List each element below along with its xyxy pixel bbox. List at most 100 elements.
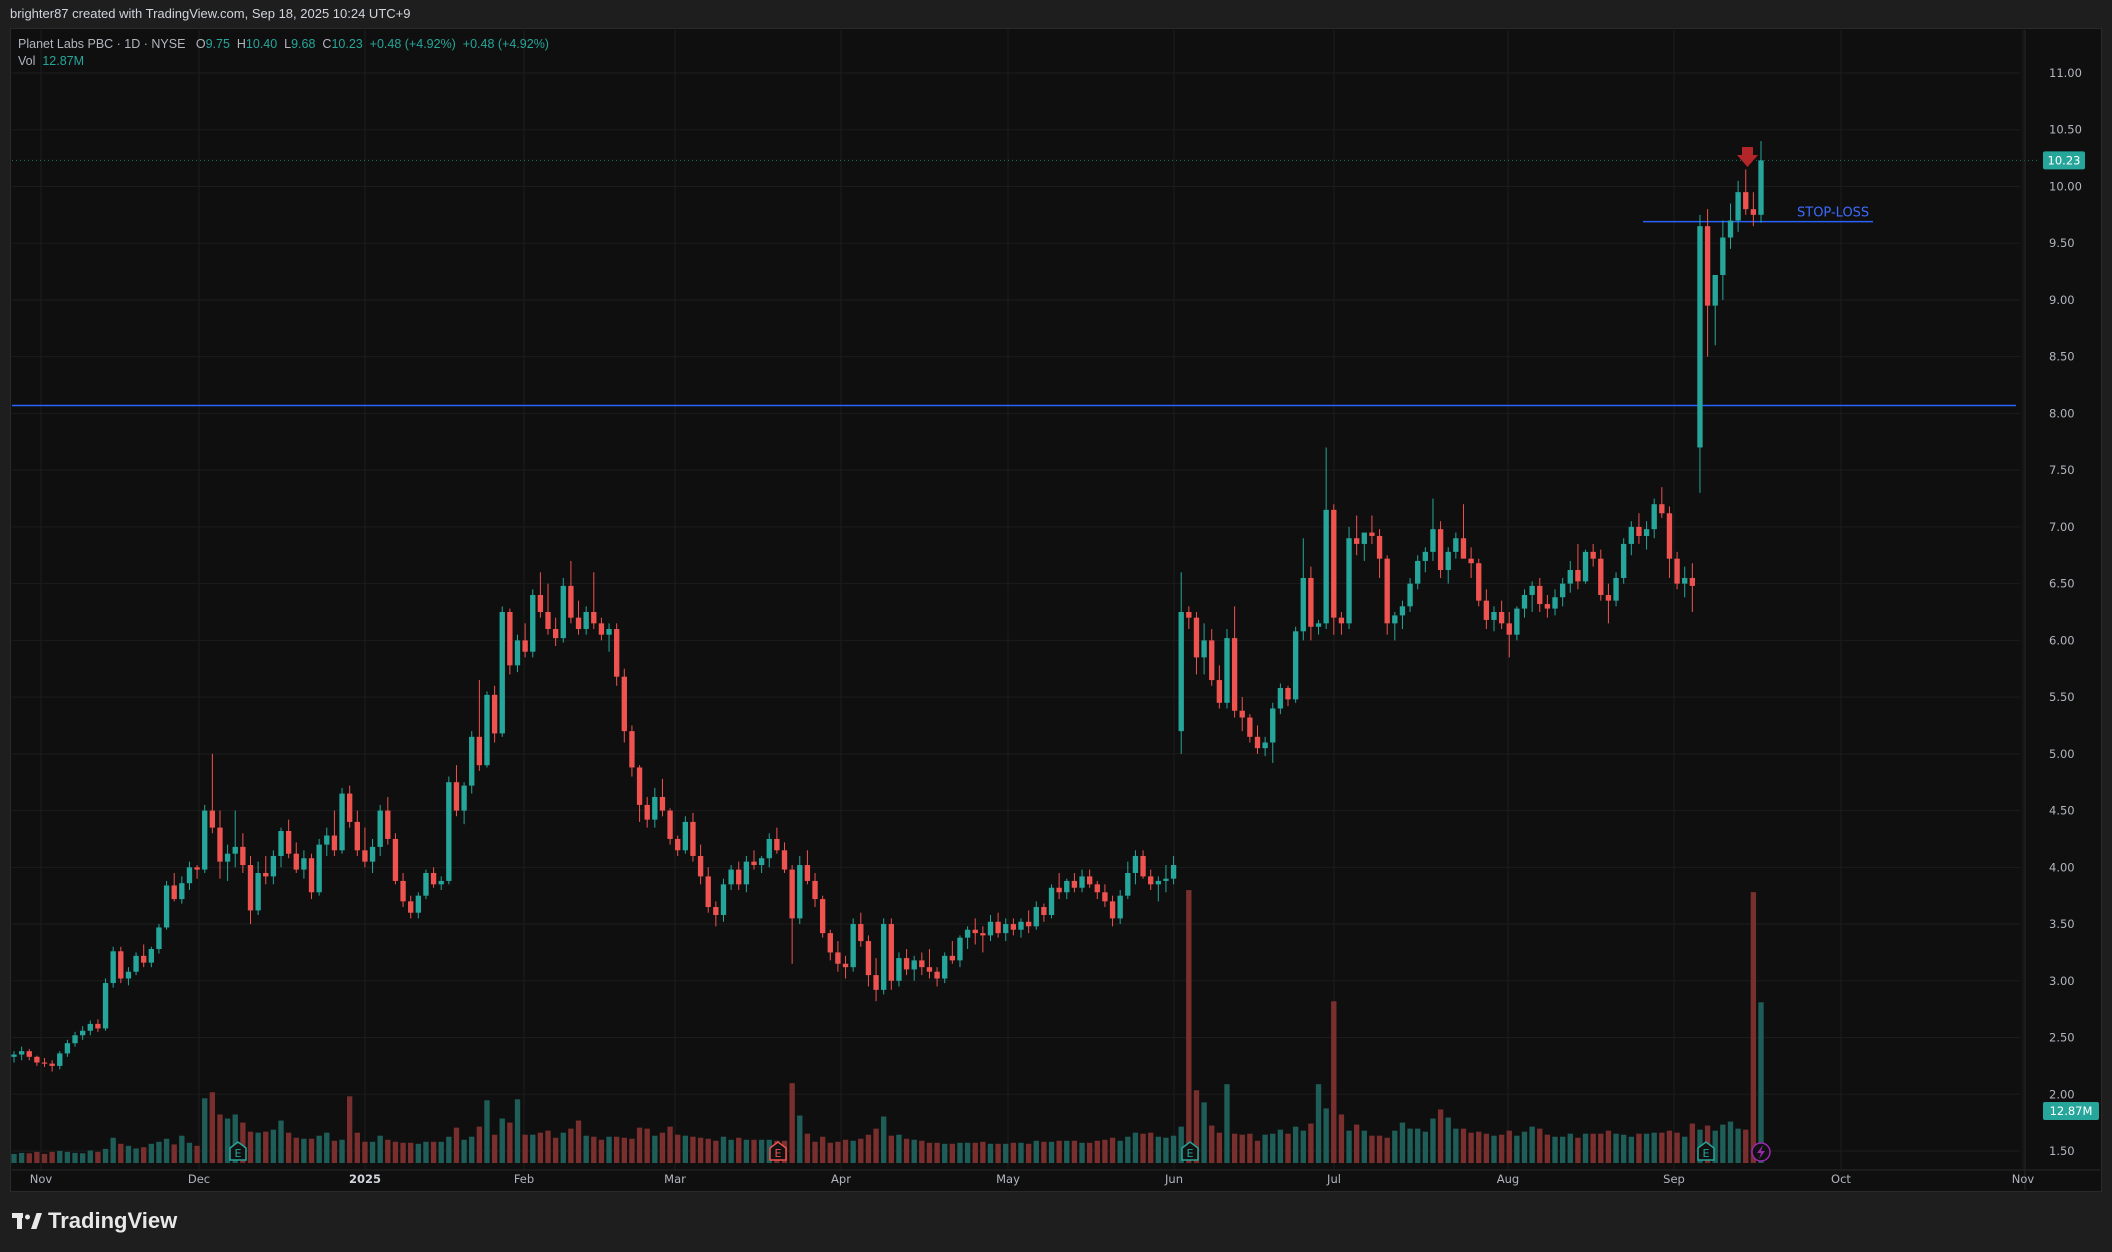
sell-arrow-icon[interactable] [1737,147,1758,167]
candle [1224,629,1230,709]
tradingview-brand[interactable]: TradingView [12,1208,177,1234]
volume-bar [1682,1136,1688,1163]
candle-body [1567,570,1573,584]
candle-body [774,838,780,851]
candle [575,600,582,635]
event-lightning-icon[interactable] [1751,1142,1771,1162]
candle-body [1598,558,1604,595]
candle-body [1216,680,1223,703]
candle [1292,626,1299,703]
candle [156,924,162,954]
candle [835,941,841,972]
volume-bar [1262,1134,1268,1163]
volume-bar [1666,1130,1673,1163]
volume-bar [392,1141,399,1163]
candle-body [331,835,338,851]
price-tick-label: 4.50 [2049,804,2075,818]
candle [606,623,612,652]
candle-body [49,1063,55,1066]
volume-bar [575,1120,582,1163]
candle [1735,180,1741,232]
candle-body [1201,640,1207,658]
volume-bar [758,1139,765,1163]
candle-body [972,929,978,934]
candle [1613,572,1619,607]
volume-bar [171,1144,177,1163]
candle [1247,714,1253,743]
candle-body [1674,558,1680,584]
candle [560,577,566,643]
time-tick-label: Nov [30,1172,53,1186]
candle-body [1033,907,1039,927]
volume-bar [1582,1133,1589,1163]
candle [125,967,132,986]
volume-bar [728,1139,734,1163]
volume-bar [133,1148,139,1163]
volume-bar [95,1151,101,1163]
candle-body [362,850,368,862]
volume-bar [1056,1140,1062,1163]
volume-bar [903,1138,910,1163]
volume-bar [1025,1143,1032,1163]
volume-bars [11,890,1764,1163]
volume-bar [682,1135,689,1163]
price-chart[interactable]: STOP-LOSS E E E E 11.00 10.50 10.00 9.50 9.00 8.… [0,0,2112,1252]
volume-bar [1346,1130,1352,1163]
volume-bar [72,1152,78,1163]
volume-bar [1132,1132,1139,1163]
volume-bar [697,1137,704,1163]
volume-bar [308,1138,315,1163]
candle [141,944,147,968]
volume-bar [995,1143,1001,1163]
candle-body [1720,237,1726,275]
candle [1476,558,1482,607]
candle-body [224,853,231,862]
volume-bar [1643,1133,1650,1163]
candle-body [766,838,772,859]
candle [316,838,322,896]
candle [484,691,490,768]
candle-body [430,872,437,885]
candle-body [1590,551,1596,559]
candle-body [339,793,345,851]
volume-bar [324,1132,330,1163]
volume-bar [1521,1131,1528,1163]
candle-body [751,861,757,866]
candle [865,935,872,987]
candle [1666,506,1673,578]
candle [1453,532,1459,559]
candle [896,952,902,987]
candle-body [1170,865,1177,879]
last-volume-text: 12.87M [2050,1104,2093,1118]
candle-body [461,785,467,811]
candle [1559,577,1566,607]
volume-bar [110,1137,116,1163]
candle [263,855,269,885]
candle [1537,577,1543,612]
candle [720,878,727,922]
volume-bar [1430,1118,1436,1163]
volume-bar [949,1143,956,1163]
candle-body [346,793,353,822]
candle [713,901,719,927]
price-tick-label: 5.00 [2049,747,2075,761]
candle-body [1453,538,1459,552]
candle-body [1621,543,1627,578]
candle [1712,274,1718,346]
candle [377,804,383,856]
volume-bar [1628,1136,1634,1163]
candle [1155,876,1161,902]
candle [1468,547,1474,578]
volume-bar [1559,1136,1566,1163]
candle [1315,619,1322,635]
candle [1331,504,1337,635]
candle [812,872,818,908]
candle-body [1697,226,1703,448]
legend-high-label: H [236,37,246,51]
volume-bar [934,1142,940,1163]
candle-body [308,858,315,893]
candle-body [255,872,261,911]
volume-bar [87,1150,93,1163]
volume-bar [278,1120,284,1163]
volume-bar [812,1141,818,1163]
